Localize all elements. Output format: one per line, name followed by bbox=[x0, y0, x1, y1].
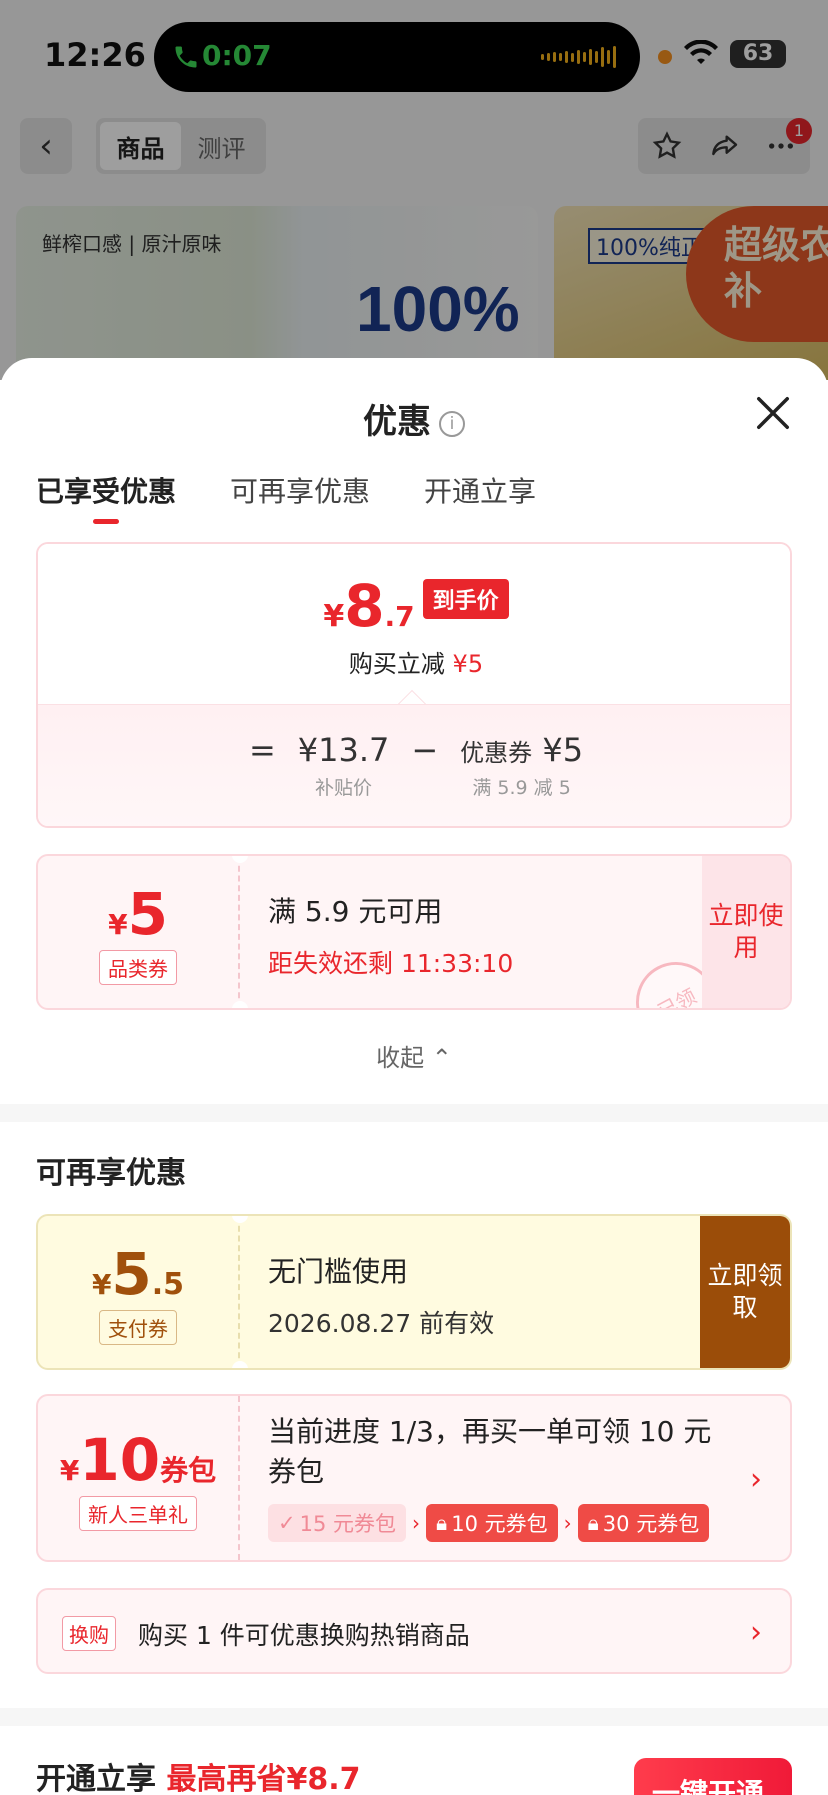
coupon-pack-card[interactable]: ¥10券包 新人三单礼 当前进度 1/3，再买一单可领 10 元券包 ✓ 15 元… bbox=[36, 1394, 792, 1562]
pack-step-locked: 🔒︎ 30 元券包 bbox=[577, 1504, 710, 1542]
price-breakdown-card: ¥8.7 到手价 购买立减 ¥5 = ¥13.7 补贴价 − 优惠券 ¥5 满 5… bbox=[36, 542, 792, 828]
swap-text: 购买 1 件可优惠换购热销商品 bbox=[138, 1621, 470, 1650]
open-membership-button[interactable]: 一键开通 bbox=[634, 1758, 792, 1795]
pack-step-done: ✓ 15 元券包 bbox=[268, 1504, 407, 1542]
category-coupon: ¥5 品类券 满 5.9 元可用 距失效还剩 11:33:10 已领 立即使用 bbox=[36, 854, 792, 1010]
tab-enjoyed[interactable]: 已享受优惠 bbox=[36, 470, 176, 524]
tab-open[interactable]: 开通立享 bbox=[424, 470, 536, 524]
instant-reduction: 购买立减 ¥5 bbox=[348, 650, 484, 678]
lock-icon: 🔒︎ bbox=[436, 1510, 448, 1535]
coupon-type: 品类券 bbox=[99, 949, 177, 985]
claim-now-button[interactable]: 立即领取 bbox=[700, 1216, 790, 1368]
coupon-amount: ¥5 bbox=[108, 879, 168, 948]
info-icon[interactable]: i bbox=[439, 411, 465, 437]
collapse-button[interactable]: 收起 ⌃ bbox=[0, 1038, 828, 1073]
coupon-expiry: 2026.08.27 前有效 bbox=[268, 1309, 495, 1338]
coupon-label: 优惠券 bbox=[460, 739, 533, 767]
lock-icon: 🔒︎ bbox=[587, 1510, 599, 1535]
coupon-condition: 无门槛使用 bbox=[268, 1255, 409, 1288]
tab-more[interactable]: 可再享优惠 bbox=[230, 470, 370, 524]
more-section-title: 可再享优惠 bbox=[36, 1156, 186, 1191]
final-price-tag: 到手价 bbox=[422, 579, 509, 619]
chevron-right-icon: › bbox=[563, 1511, 572, 1535]
coupon-countdown: 距失效还剩 11:33:10 bbox=[268, 949, 514, 978]
section-divider bbox=[0, 1104, 828, 1122]
chevron-right-icon: › bbox=[412, 1511, 421, 1535]
use-now-button[interactable]: 立即使用 bbox=[702, 856, 790, 1008]
background-page: 12:26 0:07 63 ‹ 商品 测评 1 鲜榨口感 | 原汁原味 100%… bbox=[0, 0, 828, 380]
coupon-value: ¥5 bbox=[542, 731, 584, 769]
discount-tabs: 已享受优惠 可再享优惠 开通立享 bbox=[36, 470, 536, 524]
swap-tag: 换购 bbox=[62, 1616, 116, 1651]
open-section-title: 开通立享 最高再省¥8.7 bbox=[36, 1762, 361, 1795]
coupon-amount: ¥10券包 bbox=[59, 1425, 217, 1494]
sheet-title: 优惠 bbox=[363, 402, 431, 442]
discount-sheet: 优惠 i 已享受优惠 可再享优惠 开通立享 ¥8.7 到手价 购买立减 ¥5 = ¥… bbox=[0, 358, 828, 1795]
section-divider bbox=[0, 1708, 828, 1726]
coupon-condition: 满 5.9 减 5 bbox=[472, 777, 571, 799]
subsidy-label: 补贴价 bbox=[315, 777, 373, 799]
chevron-right-icon: › bbox=[750, 1462, 762, 1497]
chevron-right-icon: › bbox=[750, 1615, 762, 1650]
final-price: ¥8.7 到手价 bbox=[38, 572, 790, 640]
price-formula: = ¥13.7 补贴价 − 优惠券 ¥5 满 5.9 减 5 bbox=[248, 731, 584, 799]
pack-step-locked: 🔒︎ 10 元券包 bbox=[426, 1504, 558, 1542]
open-section-highlight: 最高再省¥8.7 bbox=[166, 1762, 361, 1795]
swap-purchase-row[interactable]: 换购 购买 1 件可优惠换购热销商品 › bbox=[36, 1588, 792, 1674]
pack-steps: ✓ 15 元券包 › 🔒︎ 10 元券包 › 🔒︎ 30 元券包 bbox=[268, 1504, 738, 1542]
coupon-type: 支付券 bbox=[99, 1309, 177, 1345]
sheet-header: 优惠 i bbox=[0, 394, 828, 443]
modal-overlay[interactable] bbox=[0, 0, 828, 380]
payment-coupon: ¥5.5 支付券 无门槛使用 2026.08.27 前有效 立即领取 bbox=[36, 1214, 792, 1370]
coupon-condition: 满 5.9 元可用 bbox=[268, 895, 443, 928]
coupon-amount: ¥5.5 bbox=[91, 1239, 185, 1308]
subsidy-price: ¥13.7 bbox=[297, 731, 390, 769]
coupon-type: 新人三单礼 bbox=[79, 1495, 197, 1531]
close-icon[interactable] bbox=[754, 394, 792, 432]
check-icon: ✓ bbox=[278, 1511, 296, 1535]
chevron-up-icon: ⌃ bbox=[431, 1044, 452, 1072]
pack-progress-text: 当前进度 1/3，再买一单可领 10 元券包 bbox=[268, 1415, 712, 1488]
